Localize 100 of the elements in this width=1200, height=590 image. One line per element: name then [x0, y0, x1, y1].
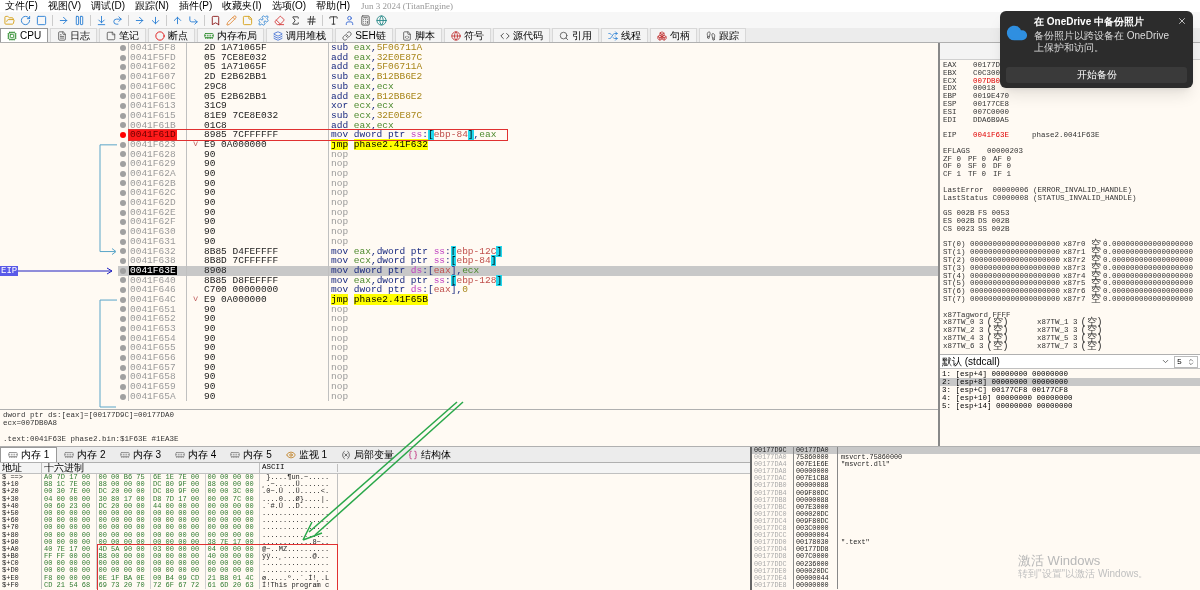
user-icon[interactable]: [344, 14, 355, 26]
tab[interactable]: 内存布局: [197, 28, 265, 42]
address-cell: 0041F631: [129, 236, 177, 247]
note-icon[interactable]: [242, 14, 253, 26]
arrow-down-line-icon[interactable]: [96, 14, 107, 26]
pause-icon[interactable]: [74, 14, 85, 26]
bytes-cell: 90: [204, 314, 216, 324]
tab[interactable]: 内存 2: [57, 447, 113, 462]
tab[interactable]: 调用堆栈: [266, 28, 334, 42]
menu-item[interactable]: 视图(V): [42, 1, 87, 11]
bytes-cell: 31C9: [204, 101, 227, 111]
address-cell: 0041F652: [129, 314, 177, 324]
tab[interactable]: 内存 1: [0, 447, 58, 462]
sigma-icon[interactable]: [290, 14, 301, 26]
tab[interactable]: 局部变量: [334, 447, 402, 462]
instruction-cell: nop: [331, 314, 349, 324]
bytes-cell: 01C8: [204, 120, 227, 131]
arrow-up-icon[interactable]: [172, 14, 183, 26]
square-icon[interactable]: [36, 14, 47, 26]
jump-glyph: ˅: [192, 294, 199, 305]
note-icon: [106, 30, 117, 41]
instruction-cell: nop: [331, 304, 349, 315]
instruction-cell: add eax,B12BB6E2: [331, 91, 423, 102]
tab[interactable]: 日志: [50, 28, 98, 42]
folder-icon[interactable]: [4, 14, 15, 26]
fpu-tag: 空: [1091, 256, 1103, 265]
instruction-cell: add eax,ecx: [331, 120, 394, 131]
bytes-cell: E9 0A000000: [204, 139, 267, 150]
menu-item[interactable]: 跟踪(N): [130, 1, 174, 11]
tab[interactable]: 结构体: [401, 447, 459, 462]
address-cell: 0041F646: [129, 285, 177, 295]
layers-icon: [273, 30, 284, 41]
menu-item[interactable]: 收藏夹(I): [217, 1, 267, 11]
tab[interactable]: 内存 3: [112, 447, 169, 462]
globe-icon[interactable]: [376, 14, 387, 26]
tab[interactable]: 跟踪: [698, 28, 746, 42]
address-cell: 0041F62B: [129, 178, 177, 189]
tab[interactable]: 脚本: [394, 28, 442, 42]
tab[interactable]: SEH链: [335, 28, 393, 42]
instruction-cell: nop: [331, 188, 349, 198]
address-cell: 0041F62C: [129, 188, 177, 198]
tab[interactable]: 监视 1: [278, 447, 335, 462]
instruction-cell: sub ecx,32E0E87C: [331, 110, 423, 121]
type-icon[interactable]: [328, 14, 339, 26]
arrow-right-icon[interactable]: [134, 14, 145, 26]
bytes-cell: 29C8: [204, 81, 227, 92]
activation-title: 激活 Windows: [1018, 553, 1102, 568]
instruction-cell: mov dword ptr ds:[eax],0: [331, 285, 468, 295]
menu-item[interactable]: 插件(P): [173, 1, 218, 11]
tab[interactable]: 笔记: [99, 28, 147, 42]
pencil-icon[interactable]: [226, 14, 237, 26]
bytes-cell: 90: [204, 169, 216, 179]
column-header[interactable]: 十六进制: [42, 463, 260, 473]
bytes-cell: 90: [204, 149, 216, 160]
instruction-cell: nop: [331, 372, 349, 382]
column-header[interactable]: 地址: [0, 463, 42, 473]
bytes-cell: 05 1A71065F: [204, 62, 267, 72]
address-cell: 0041F615: [129, 110, 177, 121]
tab[interactable]: 符号: [443, 28, 491, 42]
close-button[interactable]: [1177, 16, 1187, 26]
bytes-cell: 05 E2B62BB1: [204, 91, 267, 102]
hash-icon[interactable]: [306, 14, 317, 26]
instruction-cell: xor ecx,ecx: [331, 101, 394, 111]
menu-item[interactable]: 文件(F): [0, 1, 43, 11]
menu-item[interactable]: 调试(D): [86, 1, 130, 11]
menu-item[interactable]: 帮助(H): [311, 1, 356, 11]
rotate-icon[interactable]: [20, 14, 31, 26]
bytes-cell: 81E9 7CE8E032: [204, 110, 279, 121]
address-cell: 0041F63E: [129, 265, 177, 276]
eraser-icon[interactable]: [274, 14, 285, 26]
arrow-right-icon[interactable]: [58, 14, 69, 26]
start-backup-button[interactable]: 开始备份: [1006, 67, 1187, 83]
tab[interactable]: 源代码: [492, 28, 550, 42]
tab[interactable]: CPU: [0, 28, 49, 42]
bytes-cell: 8B85 D8FEFFFF: [204, 275, 279, 286]
tab[interactable]: 引用: [551, 28, 599, 42]
tab[interactable]: 线程: [600, 28, 648, 42]
tab[interactable]: 句柄: [649, 28, 697, 42]
eip-label: EIP: [0, 266, 19, 277]
tab[interactable]: 内存 4: [168, 447, 224, 462]
address-cell: 0041F61D: [129, 130, 177, 140]
puzzle-icon[interactable]: [258, 14, 269, 26]
bytes-cell: C700 00000000: [204, 285, 279, 295]
tab[interactable]: 内存 5: [223, 447, 279, 462]
redo-icon[interactable]: [112, 14, 123, 26]
convention-select[interactable]: 默认 (stdcall): [940, 355, 1172, 368]
bytes-cell: 90: [204, 227, 216, 237]
bytes-cell: 90: [204, 198, 216, 208]
corner-arrow-icon[interactable]: [188, 14, 199, 26]
tab[interactable]: 断点: [148, 28, 196, 42]
bookmark-icon[interactable]: [210, 14, 221, 26]
bytes-cell: 90: [204, 324, 216, 334]
bytes-cell: 90: [204, 178, 216, 189]
count-spinner[interactable]: 5: [1174, 355, 1198, 368]
calculator-icon[interactable]: [360, 14, 371, 26]
menu-item[interactable]: 选项(O): [266, 1, 312, 11]
bytes-cell: 8908: [204, 265, 227, 276]
instruction-cell: nop: [331, 391, 349, 402]
globe-icon: [450, 30, 461, 41]
arrow-down-icon[interactable]: [150, 14, 161, 26]
